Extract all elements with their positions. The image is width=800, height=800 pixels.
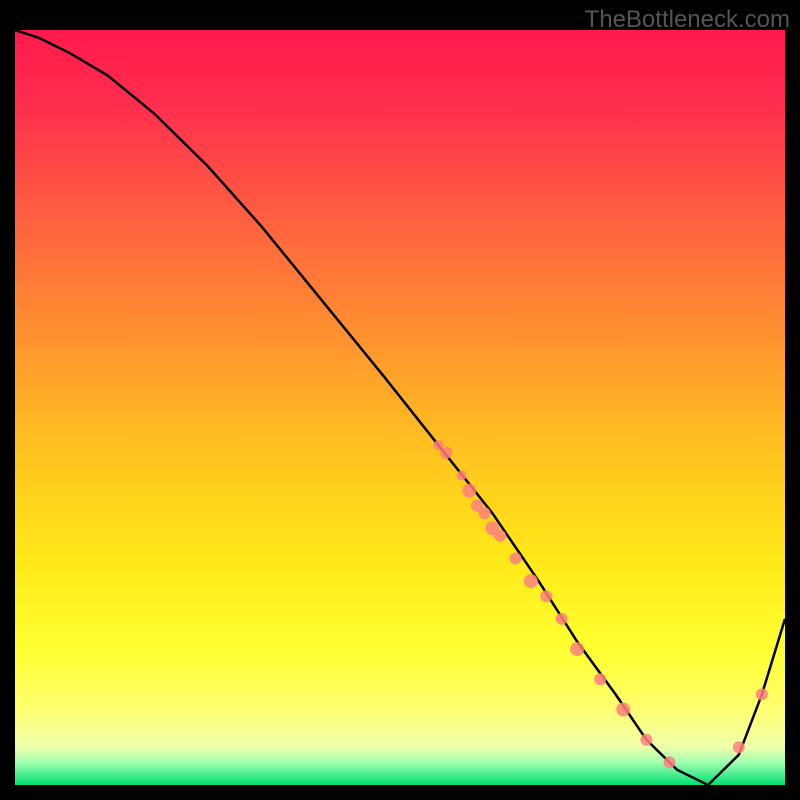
chart-svg xyxy=(15,30,785,785)
highlight-point xyxy=(494,530,506,542)
highlight-point xyxy=(594,673,606,685)
plot-area xyxy=(15,30,785,785)
highlight-point xyxy=(556,613,568,625)
highlight-point xyxy=(524,574,538,588)
highlight-point xyxy=(733,741,745,753)
watermark-text: TheBottleneck.com xyxy=(585,6,790,34)
highlight-point xyxy=(664,756,676,768)
gradient-background xyxy=(15,30,785,785)
highlight-point xyxy=(756,688,768,700)
highlight-point xyxy=(510,553,522,565)
highlight-point xyxy=(640,734,652,746)
highlight-point xyxy=(570,642,584,656)
highlight-point xyxy=(616,703,630,717)
chart-container: TheBottleneck.com xyxy=(0,0,800,800)
highlight-point xyxy=(462,484,476,498)
highlight-point xyxy=(440,447,452,459)
highlight-point xyxy=(540,590,552,602)
highlight-point xyxy=(457,471,467,481)
highlight-point xyxy=(479,507,491,519)
